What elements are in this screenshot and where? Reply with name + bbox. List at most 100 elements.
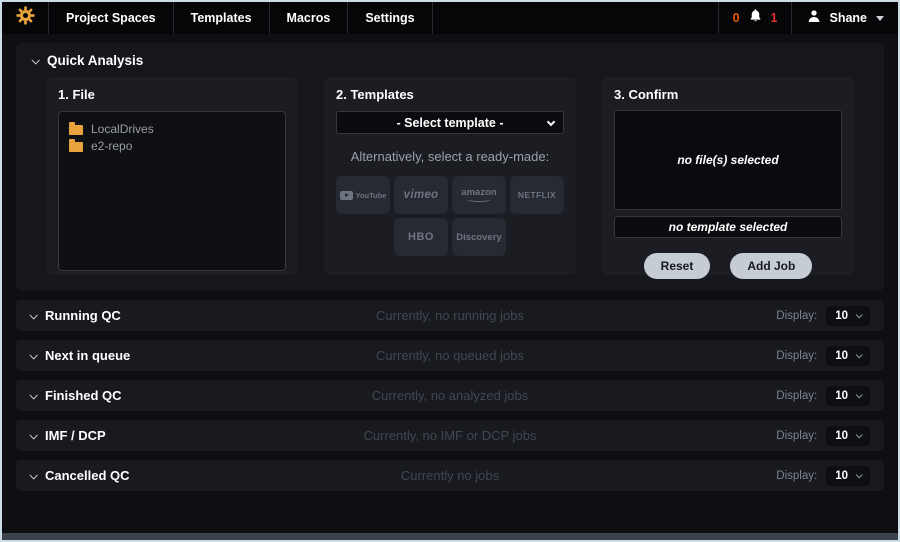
display-count-select[interactable]: 10 xyxy=(826,346,870,366)
empty-state-message: Currently, no analyzed jobs xyxy=(16,388,884,403)
user-name: Shane xyxy=(829,11,867,25)
display-count-value: 10 xyxy=(835,310,848,322)
bell-icon[interactable] xyxy=(748,8,763,28)
chevron-down-icon xyxy=(29,311,37,319)
file-tree[interactable]: LocalDrives e2-repo xyxy=(58,111,286,271)
tree-item-label: LocalDrives xyxy=(91,121,154,138)
cancelled-qc-section: Currently no jobs Cancelled QC Display: … xyxy=(16,460,884,491)
finished-qc-header[interactable]: Finished QC xyxy=(30,388,122,403)
discovery-template-button[interactable]: Discovery xyxy=(452,218,506,256)
vimeo-template-button[interactable]: vimeo xyxy=(394,176,448,214)
templates-panel-title: 2. Templates xyxy=(336,87,564,102)
tree-item-label: e2-repo xyxy=(91,138,132,155)
selected-files-box: no file(s) selected xyxy=(614,110,842,210)
display-label: Display: xyxy=(776,350,817,362)
chevron-down-icon xyxy=(856,311,863,318)
alert-count-badge: 1 xyxy=(771,11,778,25)
netflix-template-button[interactable]: NETFLIX xyxy=(510,176,564,214)
empty-state-message: Currently, no queued jobs xyxy=(16,348,884,363)
ready-made-label: Alternatively, select a ready-made: xyxy=(336,149,564,164)
app-logo-button[interactable] xyxy=(2,2,48,34)
tree-item-localdrives[interactable]: LocalDrives xyxy=(69,121,275,138)
section-title: Quick Analysis xyxy=(47,53,143,68)
chevron-down-icon xyxy=(856,431,863,438)
running-qc-header[interactable]: Running QC xyxy=(30,308,121,323)
bottom-scrollbar-track[interactable] xyxy=(2,533,898,540)
main-content: Quick Analysis 1. File LocalDrives e2-re… xyxy=(2,34,898,491)
chevron-down-icon xyxy=(31,56,39,64)
imf-dcp-section: Currently, no IMF or DCP jobs IMF / DCP … xyxy=(16,420,884,451)
file-panel-title: 1. File xyxy=(58,87,286,102)
display-count-value: 10 xyxy=(835,470,848,482)
ready-made-templates: YouTube vimeo amazon NETFLIX xyxy=(336,176,564,256)
confirm-buttons: Reset Add Job xyxy=(614,253,842,279)
brand-label: YouTube xyxy=(356,191,387,200)
section-title: Cancelled QC xyxy=(45,468,130,483)
quick-analysis-panels: 1. File LocalDrives e2-repo 2. xyxy=(32,77,868,275)
reset-button[interactable]: Reset xyxy=(644,253,711,279)
brand-label: NETFLIX xyxy=(518,190,556,200)
brand-label: vimeo xyxy=(404,189,439,201)
selected-template-box: no template selected xyxy=(614,216,842,238)
display-label: Display: xyxy=(776,390,817,402)
user-icon xyxy=(806,8,822,29)
hbo-template-button[interactable]: HBO xyxy=(394,218,448,256)
section-title: IMF / DCP xyxy=(45,428,106,443)
quick-analysis-header[interactable]: Quick Analysis xyxy=(32,53,868,68)
youtube-play-icon xyxy=(340,191,353,200)
brand-label: HBO xyxy=(408,231,434,243)
chevron-down-icon xyxy=(29,431,37,439)
imf-dcp-header[interactable]: IMF / DCP xyxy=(30,428,106,443)
cancelled-qc-header[interactable]: Cancelled QC xyxy=(30,468,130,483)
chevron-down-icon xyxy=(29,471,37,479)
display-count-select[interactable]: 10 xyxy=(826,426,870,446)
tree-item-e2-repo[interactable]: e2-repo xyxy=(69,138,275,155)
topbar-right-area: 0 1 Shane xyxy=(718,2,898,34)
display-count-value: 10 xyxy=(835,390,848,402)
chevron-down-icon xyxy=(29,351,37,359)
amazon-template-button[interactable]: amazon xyxy=(452,176,506,214)
next-in-queue-section: Currently, no queued jobs Next in queue … xyxy=(16,340,884,371)
nav-item-settings[interactable]: Settings xyxy=(347,2,432,34)
nav-item-project-spaces[interactable]: Project Spaces xyxy=(48,2,173,34)
display-count-value: 10 xyxy=(835,350,848,362)
display-count-select[interactable]: 10 xyxy=(826,466,870,486)
nav-item-macros[interactable]: Macros xyxy=(269,2,348,34)
add-job-button[interactable]: Add Job xyxy=(730,253,812,279)
templates-panel: 2. Templates - Select template - Alterna… xyxy=(324,77,576,275)
notifications-area[interactable]: 0 1 xyxy=(718,2,793,34)
file-panel: 1. File LocalDrives e2-repo xyxy=(46,77,298,275)
section-title: Next in queue xyxy=(45,348,130,363)
no-template-message: no template selected xyxy=(669,220,788,234)
section-title: Finished QC xyxy=(45,388,122,403)
main-menu: Project Spaces Templates Macros Settings xyxy=(48,2,433,34)
confirm-panel-title: 3. Confirm xyxy=(614,87,842,102)
quick-analysis-section: Quick Analysis 1. File LocalDrives e2-re… xyxy=(16,43,884,291)
display-label: Display: xyxy=(776,470,817,482)
display-count-value: 10 xyxy=(835,430,848,442)
finished-qc-section: Currently, no analyzed jobs Finished QC … xyxy=(16,380,884,411)
gear-logo-icon xyxy=(16,6,35,30)
empty-state-message: Currently, no running jobs xyxy=(16,308,884,323)
empty-state-message: Currently no jobs xyxy=(16,468,884,483)
chevron-down-icon xyxy=(876,16,884,21)
brand-label: Discovery xyxy=(456,232,501,243)
brand-label: amazon xyxy=(461,188,496,197)
app-window: Project Spaces Templates Macros Settings… xyxy=(0,0,900,542)
youtube-template-button[interactable]: YouTube xyxy=(336,176,390,214)
chevron-down-icon xyxy=(29,391,37,399)
user-menu[interactable]: Shane xyxy=(792,8,884,29)
display-count-select[interactable]: 10 xyxy=(826,386,870,406)
folder-icon xyxy=(69,142,83,152)
amazon-smile-icon xyxy=(467,197,491,202)
nav-item-templates[interactable]: Templates xyxy=(173,2,269,34)
template-select[interactable]: - Select template - xyxy=(336,111,564,134)
chevron-down-icon xyxy=(856,391,863,398)
display-label: Display: xyxy=(776,310,817,322)
empty-state-message: Currently, no IMF or DCP jobs xyxy=(16,428,884,443)
warning-count-badge: 0 xyxy=(733,11,740,25)
top-navigation-bar: Project Spaces Templates Macros Settings… xyxy=(2,2,898,34)
next-in-queue-header[interactable]: Next in queue xyxy=(30,348,130,363)
display-count-select[interactable]: 10 xyxy=(826,306,870,326)
confirm-panel: 3. Confirm no file(s) selected no templa… xyxy=(602,77,854,275)
